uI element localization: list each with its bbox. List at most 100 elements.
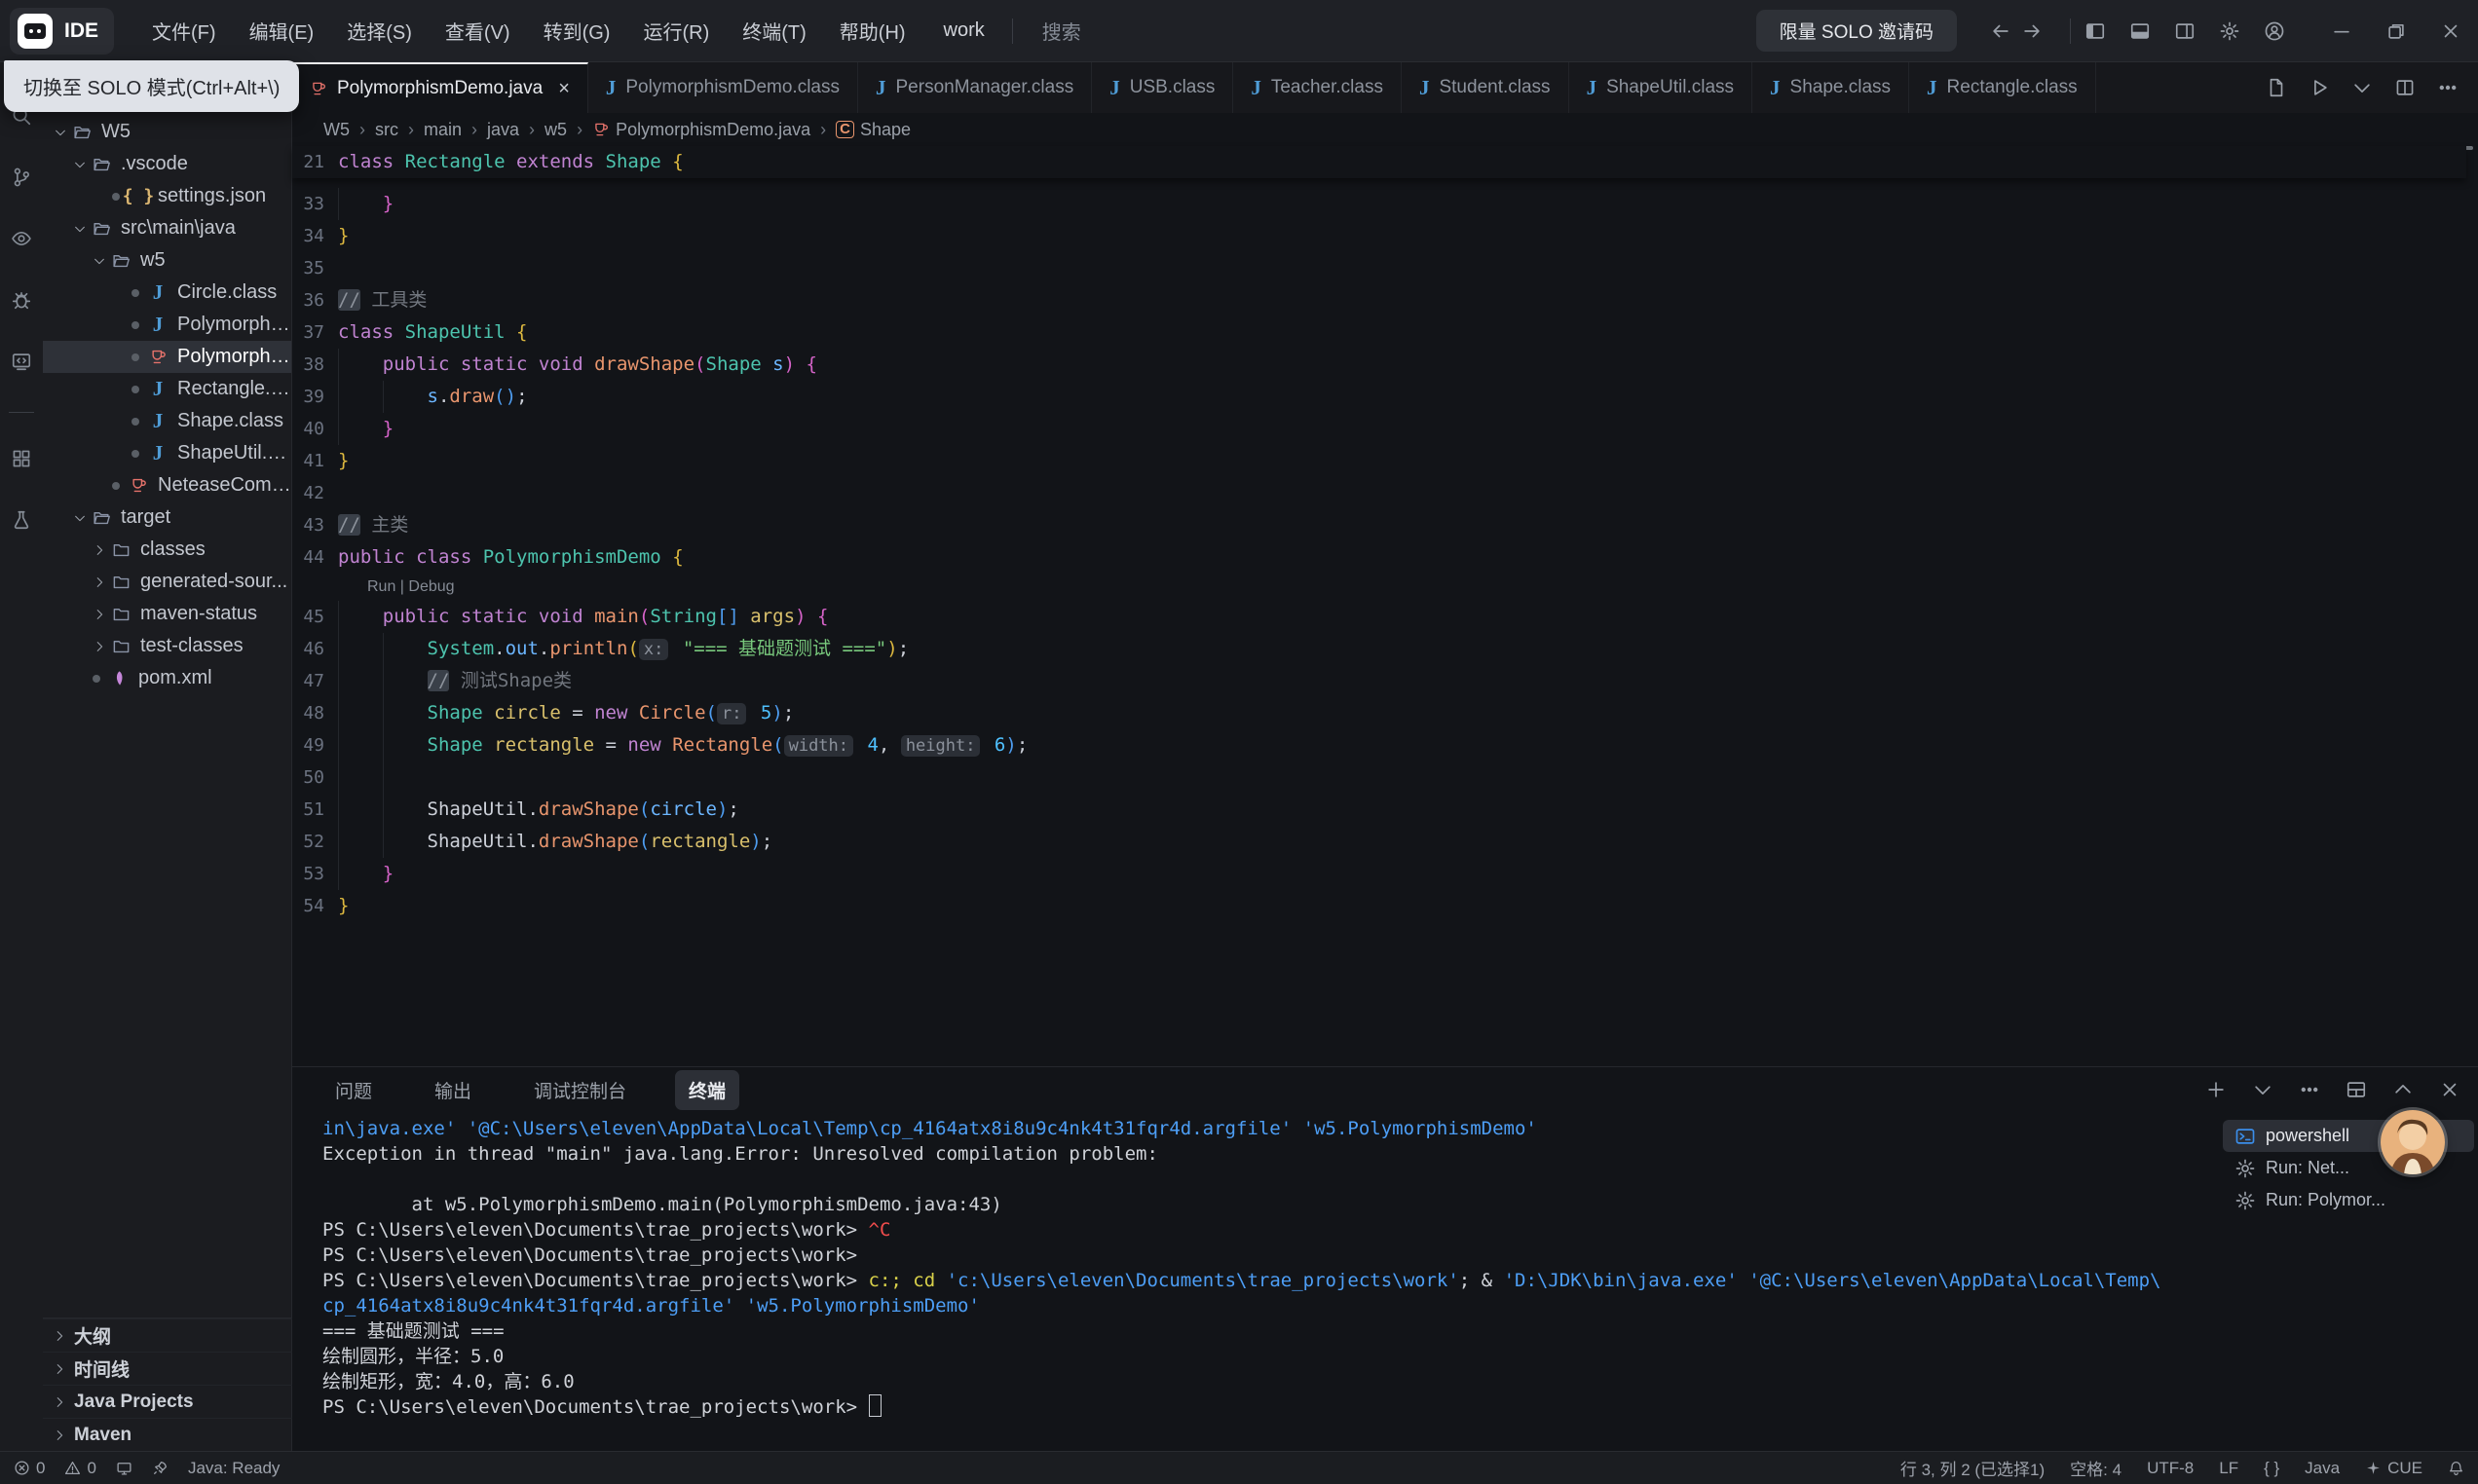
menu-item[interactable]: 编辑(E) xyxy=(237,11,327,51)
sidebar-section-时间线[interactable]: 时间线 xyxy=(43,1352,292,1385)
tree-item[interactable]: JRectangle.class xyxy=(43,373,291,405)
editor-tab[interactable]: JUSB.class xyxy=(1092,62,1233,113)
tree-item[interactable]: test-classes xyxy=(43,630,291,662)
breadcrumb-item[interactable]: main xyxy=(424,120,462,140)
status-item-cue[interactable]: CUE xyxy=(2365,1459,2422,1478)
editor-tab[interactable]: JTeacher.class xyxy=(1233,62,1402,113)
close-icon[interactable] xyxy=(2439,1079,2460,1100)
editor-tab[interactable]: JShapeUtil.class xyxy=(1569,62,1752,113)
activitybar-extensions-grid-icon[interactable] xyxy=(11,448,32,474)
tree-item[interactable]: Polymorphis... xyxy=(43,341,291,373)
panel-left-icon[interactable] xyxy=(2084,20,2106,42)
status-item--[interactable]: { } xyxy=(2264,1459,2279,1478)
minimize-button[interactable] xyxy=(2314,0,2369,62)
tree-item[interactable]: .vscode xyxy=(43,148,291,180)
sidebar-section-Java Projects[interactable]: Java Projects xyxy=(43,1385,292,1418)
close-button[interactable] xyxy=(2423,0,2478,62)
panel-layout-icon[interactable] xyxy=(2346,1079,2367,1100)
activitybar-eye-icon[interactable] xyxy=(11,228,32,254)
tree-item[interactable]: NeteaseComme... xyxy=(43,469,291,501)
solo-invite-button[interactable]: 限量 SOLO 邀请码 xyxy=(1756,10,1957,52)
editor-tab[interactable]: JShape.class xyxy=(1752,62,1909,113)
status-item-java-ready[interactable]: Java: Ready xyxy=(188,1459,281,1478)
tree-item[interactable]: target xyxy=(43,501,291,534)
tree-item[interactable]: JShape.class xyxy=(43,405,291,437)
menu-item[interactable]: 帮助(H) xyxy=(827,11,919,51)
ellipsis-icon[interactable] xyxy=(2299,1079,2320,1100)
status-item-java[interactable]: Java xyxy=(2305,1459,2340,1478)
status-item-utf-8[interactable]: UTF-8 xyxy=(2147,1459,2194,1478)
chevron-down-icon[interactable] xyxy=(2351,77,2373,98)
menu-item[interactable]: 查看(V) xyxy=(432,11,523,51)
menu-item[interactable]: 选择(S) xyxy=(334,11,425,51)
tree-item[interactable]: JPolymorphis... xyxy=(43,309,291,341)
tree-item[interactable]: JShapeUtil.class xyxy=(43,437,291,469)
menu-item[interactable]: 终端(T) xyxy=(730,11,819,51)
restore-button[interactable] xyxy=(2369,0,2423,62)
status-item-0[interactable]: 0 xyxy=(64,1459,95,1478)
activitybar-source-control-icon[interactable] xyxy=(11,167,32,193)
sticky-scroll-line[interactable]: 21class Rectangle extends Shape { xyxy=(292,146,2466,178)
status-item[interactable] xyxy=(116,1460,132,1476)
menu-item[interactable]: 转到(G) xyxy=(531,11,623,51)
menu-item[interactable]: 文件(F) xyxy=(139,11,229,51)
tree-item[interactable]: classes xyxy=(43,534,291,566)
arrow-left-icon[interactable] xyxy=(1990,20,2011,42)
split-editor-icon[interactable] xyxy=(2394,77,2416,98)
panel-tab-问题[interactable]: 问题 xyxy=(321,1070,386,1110)
workspace-switcher[interactable]: work xyxy=(944,19,995,42)
editor-tab[interactable]: JPersonManager.class xyxy=(858,62,1092,113)
plus-icon[interactable] xyxy=(2205,1079,2227,1100)
editor-tab[interactable]: JRectangle.class xyxy=(1909,62,2096,113)
status-item[interactable] xyxy=(152,1460,169,1476)
chevron-up-icon[interactable] xyxy=(2392,1079,2414,1100)
ide-menu-button[interactable]: IDE xyxy=(10,8,114,55)
tree-item[interactable]: maven-status xyxy=(43,598,291,630)
activitybar-code-screen-icon[interactable] xyxy=(11,351,32,377)
panel-right-icon[interactable] xyxy=(2174,20,2196,42)
activitybar-bug-icon[interactable] xyxy=(11,289,32,315)
sidebar-section-Maven[interactable]: Maven xyxy=(43,1418,292,1451)
tree-item[interactable]: { }settings.json xyxy=(43,180,291,212)
panel-tab-输出[interactable]: 输出 xyxy=(421,1070,485,1110)
gear-icon[interactable] xyxy=(2219,20,2240,42)
tree-item[interactable]: JCircle.class xyxy=(43,277,291,309)
chevron-down-icon[interactable] xyxy=(2252,1079,2273,1100)
breadcrumb-item[interactable]: W5 xyxy=(323,120,350,140)
menu-item[interactable]: 运行(R) xyxy=(630,11,722,51)
editor-tab[interactable]: PolymorphismDemo.java× xyxy=(292,62,588,113)
tree-item[interactable]: pom.xml xyxy=(43,662,291,694)
tree-item[interactable]: src\main\java xyxy=(43,212,291,244)
terminal-output[interactable]: in\java.exe' '@C:\Users\eleven\AppData\L… xyxy=(292,1112,2478,1420)
arrow-right-icon[interactable] xyxy=(2021,20,2043,42)
tree-item[interactable]: W5 xyxy=(43,116,291,148)
sidebar-section-大纲[interactable]: 大纲 xyxy=(43,1318,292,1352)
editor-tab[interactable]: JStudent.class xyxy=(1402,62,1569,113)
terminal-list-item[interactable]: Run: Polymor... xyxy=(2223,1184,2474,1216)
status-item-lf[interactable]: LF xyxy=(2219,1459,2238,1478)
panel-bottom-icon[interactable] xyxy=(2129,20,2151,42)
breadcrumb-item[interactable]: w5 xyxy=(544,120,567,140)
breadcrumb-item[interactable]: PolymorphismDemo.java xyxy=(592,120,810,140)
tree-item[interactable]: generated-sour... xyxy=(43,566,291,598)
run-icon[interactable] xyxy=(2309,77,2330,98)
breadcrumb-item[interactable]: java xyxy=(487,120,519,140)
breadcrumb-item[interactable]: CShape xyxy=(836,120,911,140)
new-file-icon[interactable] xyxy=(2266,77,2287,98)
status-item--3-2-1-[interactable]: 行 3, 列 2 (已选择1) xyxy=(1900,1456,2045,1480)
panel-tab-终端[interactable]: 终端 xyxy=(675,1070,739,1110)
account-icon[interactable] xyxy=(2264,20,2285,42)
code-editor[interactable]: 33}34}3536// 工具类37class ShapeUtil {38pub… xyxy=(292,178,2466,1076)
status-item--4[interactable]: 空格: 4 xyxy=(2070,1456,2121,1480)
ellipsis-icon[interactable] xyxy=(2437,77,2459,98)
global-search[interactable]: 搜索 xyxy=(1031,17,1081,45)
breadcrumb-item[interactable]: src xyxy=(375,120,398,140)
avatar[interactable] xyxy=(2381,1110,2445,1174)
editor-tab[interactable]: JPolymorphismDemo.class xyxy=(588,62,858,113)
tree-item[interactable]: w5 xyxy=(43,244,291,277)
status-item[interactable] xyxy=(2448,1460,2464,1476)
status-item-0[interactable]: 0 xyxy=(14,1459,45,1478)
panel-tab-调试控制台[interactable]: 调试控制台 xyxy=(520,1070,640,1110)
codelens-run-debug[interactable]: Run | Debug xyxy=(292,574,2466,601)
activitybar-flask-icon[interactable] xyxy=(11,509,32,536)
